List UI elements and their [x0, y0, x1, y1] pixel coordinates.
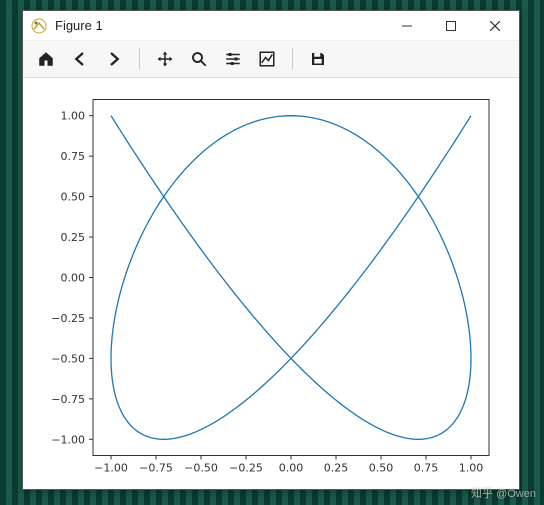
minimize-button[interactable] — [385, 11, 429, 41]
svg-text:0.50: 0.50 — [61, 191, 86, 204]
subplots-button[interactable] — [218, 44, 248, 74]
svg-text:−0.75: −0.75 — [51, 393, 85, 406]
toolbar-separator — [139, 48, 140, 70]
plot-canvas: −1.00 −0.75 −0.50 −0.25 0.00 0.25 0.50 0.75 1.00… — [23, 78, 519, 489]
window-title: Figure 1 — [55, 18, 103, 33]
figure-window: Figure 1 — [22, 10, 520, 490]
home-button[interactable] — [31, 44, 61, 74]
svg-text:0.25: 0.25 — [324, 462, 349, 475]
save-button[interactable] — [303, 44, 333, 74]
svg-text:−0.75: −0.75 — [139, 462, 173, 475]
svg-text:1.00: 1.00 — [61, 110, 86, 123]
svg-text:1.00: 1.00 — [459, 462, 484, 475]
forward-button[interactable] — [99, 44, 129, 74]
svg-text:0.50: 0.50 — [369, 462, 394, 475]
svg-text:0.25: 0.25 — [61, 231, 86, 244]
watermark: 知乎 @Owen — [471, 485, 536, 501]
svg-text:−1.00: −1.00 — [51, 433, 85, 446]
svg-text:−0.50: −0.50 — [51, 352, 85, 365]
svg-text:−0.25: −0.25 — [51, 312, 85, 325]
svg-text:0.00: 0.00 — [61, 272, 86, 285]
plot-area[interactable]: −1.00 −0.75 −0.50 −0.25 0.00 0.25 0.50 0.75 1.00… — [23, 78, 519, 489]
svg-text:0.75: 0.75 — [61, 150, 86, 163]
close-button[interactable] — [473, 11, 517, 41]
toolbar — [23, 41, 519, 78]
titlebar: Figure 1 — [23, 11, 519, 41]
axes-button[interactable] — [252, 44, 282, 74]
svg-text:0.75: 0.75 — [414, 462, 439, 475]
back-button[interactable] — [65, 44, 95, 74]
app-icon — [31, 18, 47, 34]
svg-text:−1.00: −1.00 — [94, 462, 128, 475]
maximize-button[interactable] — [429, 11, 473, 41]
toolbar-separator — [292, 48, 293, 70]
zoom-button[interactable] — [184, 44, 214, 74]
svg-text:−0.25: −0.25 — [229, 462, 263, 475]
pan-button[interactable] — [150, 44, 180, 74]
svg-text:−0.50: −0.50 — [184, 462, 218, 475]
svg-text:0.00: 0.00 — [279, 462, 304, 475]
